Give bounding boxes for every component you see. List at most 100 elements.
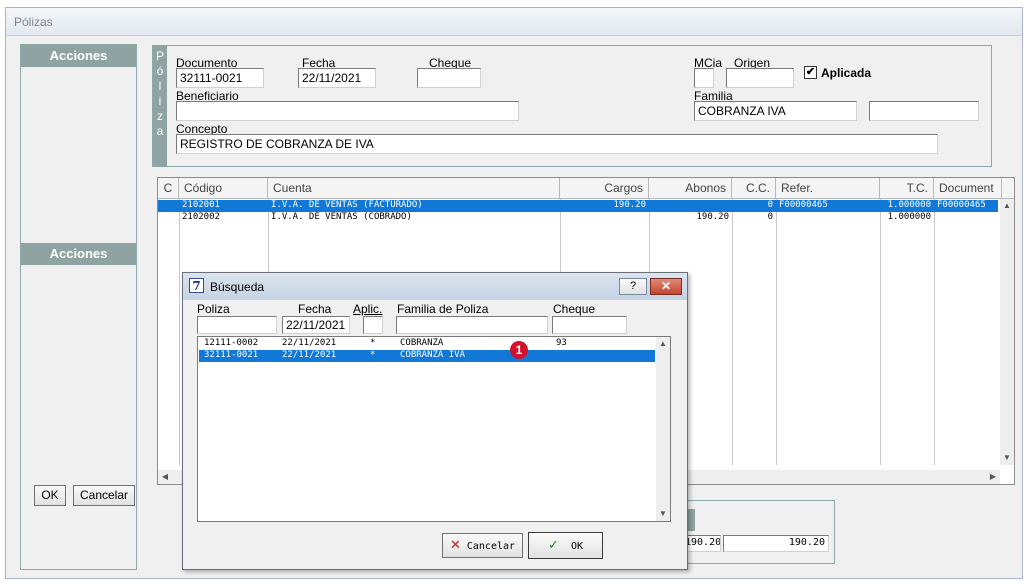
grid-header-c[interactable]: C bbox=[158, 178, 179, 199]
grid-header-cuenta[interactable]: Cuenta bbox=[268, 178, 560, 199]
grid-header-abonos[interactable]: Abonos bbox=[649, 178, 732, 199]
beneficiario-field[interactable] bbox=[176, 101, 519, 121]
aplicada-checkbox[interactable]: ✔ bbox=[804, 66, 817, 79]
dlg-cell-cheque bbox=[553, 350, 633, 362]
grid-col-divider bbox=[934, 199, 935, 465]
grid-col-divider bbox=[179, 199, 180, 465]
dlg-ok-label: OK bbox=[570, 541, 583, 552]
vertical-letter: z bbox=[157, 109, 163, 123]
dlg-cheque-label: Cheque bbox=[553, 302, 596, 316]
scroll-down-icon[interactable]: ▼ bbox=[1000, 451, 1014, 465]
dlg-poliza-filter[interactable] bbox=[197, 316, 277, 334]
ok-check-icon: ✓ bbox=[548, 538, 559, 553]
fecha-field[interactable]: 22/11/2021 bbox=[298, 68, 376, 88]
dlg-familia-filter[interactable] bbox=[396, 316, 548, 334]
grid-vertical-scrollbar[interactable]: ▲ ▼ bbox=[1000, 199, 1014, 465]
dlg-rows: 12111-0002 22/11/2021 * COBRANZA 93 32111-002… bbox=[199, 338, 655, 362]
vertical-letter: i bbox=[158, 94, 162, 108]
dlg-cheque-filter[interactable] bbox=[552, 316, 627, 334]
dlg-cancel-button[interactable]: ✕ Cancelar bbox=[442, 533, 523, 558]
totals-panel: 190.20 190.20 bbox=[680, 500, 835, 564]
grid-header-cargos[interactable]: Cargos bbox=[560, 178, 649, 199]
grid-cell-abonos bbox=[649, 200, 732, 212]
vertical-letter: l bbox=[158, 79, 162, 93]
list-item[interactable]: 32111-0021 22/11/2021 * COBRANZA IVA bbox=[199, 350, 655, 362]
dlg-vertical-scrollbar[interactable]: ▲ ▼ bbox=[656, 337, 670, 521]
grid-header-cc[interactable]: C.C. bbox=[732, 178, 776, 199]
dlg-cell-aplic: * bbox=[370, 350, 376, 360]
acciones-bottom-header: Acciones bbox=[21, 243, 136, 265]
scroll-right-icon[interactable]: ▶ bbox=[986, 470, 1000, 484]
grid-col-divider bbox=[776, 199, 777, 465]
table-row[interactable]: 2102002 I.V.A. DE VENTAS (COBRADO) 190.20 0… bbox=[158, 212, 998, 224]
dlg-cancel-label: Cancelar bbox=[466, 541, 516, 552]
cancel-button[interactable]: Cancelar bbox=[73, 485, 135, 506]
grid-col-divider bbox=[732, 199, 733, 465]
list-item[interactable]: 12111-0002 22/11/2021 * COBRANZA 93 bbox=[199, 338, 655, 350]
documento-field[interactable]: 32111-0021 bbox=[176, 68, 264, 88]
ok-button[interactable]: OK bbox=[34, 485, 66, 506]
grid-header-refer[interactable]: Refer. bbox=[776, 178, 880, 199]
dialog-close-button[interactable]: ✕ bbox=[650, 278, 682, 295]
dlg-aplic-filter[interactable] bbox=[363, 316, 383, 334]
vertical-letter: P bbox=[155, 49, 164, 63]
grid-cell-cuenta: I.V.A. DE VENTAS (FACTURADO) bbox=[271, 200, 423, 210]
grid-cell-codigo: 2102002 bbox=[182, 212, 220, 222]
concepto-field[interactable]: REGISTRO DE COBRANZA DE IVA bbox=[176, 134, 938, 154]
dlg-cell-poliza: 32111-0021 bbox=[204, 350, 259, 360]
grid-cell-refer bbox=[776, 212, 880, 224]
aplicada-label: Aplicada bbox=[821, 66, 872, 80]
grid-cell-abonos: 190.20 bbox=[696, 212, 729, 222]
dlg-ok-button[interactable]: ✓ OK bbox=[528, 532, 603, 559]
dlg-aplic-label: Aplic. bbox=[353, 302, 383, 316]
grid-cell-codigo: 2102001 bbox=[182, 200, 220, 210]
grid-header-codigo[interactable]: Código bbox=[179, 178, 268, 199]
close-icon: ✕ bbox=[660, 279, 672, 293]
dlg-results-list: 12111-0002 22/11/2021 * COBRANZA 93 32111-002… bbox=[197, 336, 671, 522]
grid-rows: 2102001 I.V.A. DE VENTAS (FACTURADO) 190.2… bbox=[158, 200, 998, 224]
grid-cell-cc: 0 bbox=[767, 200, 773, 210]
grid-cell-cuenta: I.V.A. DE VENTAS (COBRADO) bbox=[271, 212, 412, 222]
vertical-letter: ó bbox=[156, 64, 164, 78]
dlg-scroll-down-icon[interactable]: ▼ bbox=[656, 507, 670, 521]
familia-field[interactable]: COBRANZA IVA bbox=[694, 101, 857, 121]
window-titlebar[interactable]: Pólizas bbox=[6, 8, 1022, 36]
dialog-titlebar[interactable]: 7 Búsqueda ? ✕ bbox=[183, 273, 687, 300]
grid-header-documento[interactable]: Document bbox=[934, 178, 1002, 199]
grid-col-divider bbox=[880, 199, 881, 465]
grid-cell-cargos: 190.20 bbox=[613, 200, 646, 210]
help-icon: ? bbox=[629, 280, 637, 292]
grid-header-tc[interactable]: T.C. bbox=[880, 178, 934, 199]
scroll-up-icon[interactable]: ▲ bbox=[1000, 199, 1014, 213]
scroll-left-icon[interactable]: ◀ bbox=[158, 470, 172, 484]
dlg-scroll-up-icon[interactable]: ▲ bbox=[656, 337, 670, 351]
dlg-cell-fecha: 22/11/2021 bbox=[282, 338, 337, 348]
origen-field[interactable] bbox=[726, 68, 794, 88]
dlg-cell-aplic: * bbox=[370, 338, 376, 348]
grid-cell-cc: 0 bbox=[767, 212, 773, 222]
poliza-panel: Póliza Documento 32111-0021 Fecha 22/11/… bbox=[152, 45, 992, 167]
dlg-cell-poliza: 12111-0002 bbox=[204, 338, 259, 348]
grid-cell-tc: 1.000000 bbox=[887, 212, 931, 222]
grid-header-filler bbox=[1002, 178, 1014, 199]
grid-cell-refer: F00000465 bbox=[779, 200, 828, 210]
grid-cell-tc: 1.000000 bbox=[887, 200, 931, 210]
dlg-fecha-filter[interactable]: 22/11/2021 bbox=[282, 316, 350, 334]
poliza-vertical-tab: Póliza bbox=[153, 46, 167, 166]
cheque-field[interactable] bbox=[417, 68, 481, 88]
dlg-cell-cheque: 93 bbox=[556, 338, 567, 348]
dialog-title: Búsqueda bbox=[210, 280, 265, 294]
mcia-field[interactable] bbox=[694, 68, 714, 88]
busqueda-dialog: 7 Búsqueda ? ✕ Poliza Fecha Aplic. Famil… bbox=[182, 272, 688, 570]
dlg-fecha-label: Fecha bbox=[298, 302, 332, 316]
dlg-cell-fecha: 22/11/2021 bbox=[282, 350, 337, 360]
acciones-sidebar: Acciones Acciones OK Cancelar bbox=[20, 44, 137, 570]
vertical-letter: a bbox=[156, 124, 164, 138]
grid-cell-doc: F00000465 bbox=[937, 200, 986, 210]
help-button[interactable]: ? bbox=[619, 278, 647, 295]
acciones-top-header: Acciones bbox=[21, 45, 136, 67]
familia-extra-field[interactable] bbox=[869, 101, 979, 121]
poliza-vertical-letters: Póliza bbox=[153, 49, 167, 139]
table-row[interactable]: 2102001 I.V.A. DE VENTAS (FACTURADO) 190.2… bbox=[158, 200, 998, 212]
dlg-familia-label: Familia de Poliza bbox=[397, 302, 489, 316]
